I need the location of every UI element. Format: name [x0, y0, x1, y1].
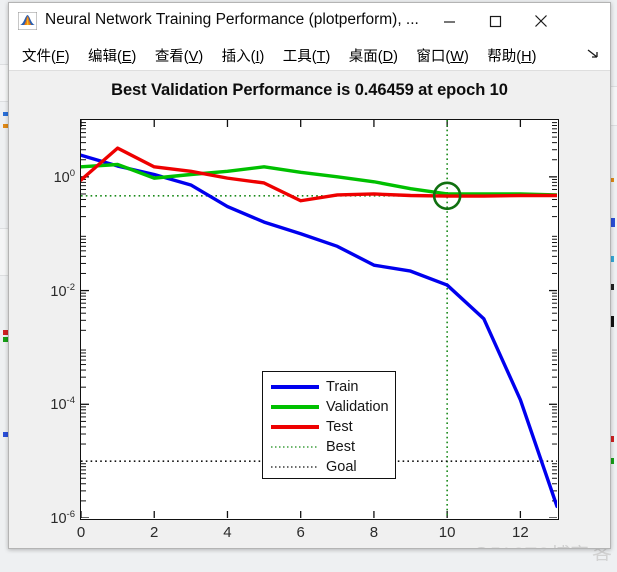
menu-item-tools[interactable]: 工具(T) [276, 40, 338, 70]
legend-item-goal: Goal [263, 457, 395, 477]
plot-axes: Train Validation Test Best Goal 100 10-2… [50, 119, 559, 541]
x-tick-label: 8 [369, 524, 379, 541]
menu-mnemonic: D [382, 49, 394, 65]
minimize-icon [443, 20, 455, 23]
menu-mnemonic: F [55, 49, 65, 65]
legend-item-train: Train [263, 377, 395, 397]
legend-label: Train [326, 378, 359, 395]
matlab-membrane-icon [17, 11, 38, 31]
figure-canvas: Best Validation Performance is 0.46459 a… [9, 71, 610, 548]
menu-mnemonic: E [121, 49, 132, 65]
menu-mnemonic: H [521, 49, 532, 65]
menu-mnemonic: T [316, 49, 326, 65]
menu-label: 工具( [282, 49, 317, 65]
window-title: Neural Network Training Performance (plo… [45, 11, 419, 28]
legend-label: Validation [326, 398, 389, 415]
menu-tail: ) [259, 49, 265, 65]
menu-item-window[interactable]: 窗口(W) [409, 40, 475, 70]
menu-tail: ) [64, 49, 70, 65]
menu-item-insert[interactable]: 插入(I) [215, 40, 272, 70]
close-icon [535, 15, 547, 27]
expand-arrow-icon[interactable] [586, 47, 600, 61]
menu-item-edit[interactable]: 编辑(E) [81, 40, 143, 70]
x-tick-label: 6 [296, 524, 305, 541]
legend-swatch-best [269, 441, 321, 453]
chart-legend: Train Validation Test Best Goal [262, 371, 396, 479]
legend-swatch-goal [269, 461, 321, 473]
maximize-button[interactable] [472, 3, 518, 39]
menu-mnemonic: W [450, 49, 464, 65]
menu-item-help[interactable]: 帮助(H) [480, 40, 543, 70]
maximize-icon [489, 15, 501, 27]
menu-label: 编辑( [88, 49, 122, 65]
minimize-button[interactable] [426, 3, 472, 39]
menu-tail: ) [131, 49, 137, 65]
legend-label: Test [326, 418, 353, 435]
menu-item-view[interactable]: 查看(V) [148, 40, 210, 70]
legend-swatch-test [269, 421, 321, 433]
menu-label: 桌面( [348, 49, 383, 65]
x-tick-label: 12 [512, 524, 529, 541]
legend-item-test: Test [263, 417, 395, 437]
y-tick-label: 10-4 [50, 395, 75, 414]
menu-label: 文件( [22, 49, 56, 65]
matlab-figure-window: Neural Network Training Performance (plo… [8, 2, 611, 549]
menu-tail: ) [198, 49, 204, 65]
menu-tail: ) [531, 49, 537, 65]
x-tick-label: 4 [223, 524, 232, 541]
y-tick-label: 100 [53, 167, 75, 186]
menu-label: 查看( [154, 49, 189, 65]
x-tick-label: 0 [76, 524, 86, 541]
close-button[interactable] [518, 3, 564, 39]
y-tick-label: 10-2 [50, 281, 75, 300]
legend-label: Best [326, 438, 356, 455]
menu-mnemonic: V [188, 49, 199, 65]
menu-label: 插入( [221, 49, 256, 65]
legend-item-best: Best [263, 437, 395, 457]
menu-label: 窗口( [416, 49, 451, 65]
x-tick-label: 2 [150, 524, 159, 541]
menu-bar: 文件(F) 编辑(E) 查看(V) 插入(I) 工具(T) 桌面(D) 窗口(W… [9, 40, 610, 71]
x-tick-label: 10 [438, 524, 456, 541]
menu-tail: ) [325, 49, 331, 65]
legend-label: Goal [326, 458, 357, 475]
menu-label: 帮助( [487, 49, 522, 65]
legend-swatch-validation [269, 401, 321, 413]
y-tick-label: 10-6 [50, 509, 75, 527]
title-bar: Neural Network Training Performance (plo… [9, 3, 610, 40]
menu-tail: ) [393, 49, 398, 65]
legend-swatch-train [269, 381, 321, 393]
menu-item-desktop[interactable]: 桌面(D) [342, 40, 405, 70]
legend-item-validation: Validation [263, 397, 395, 417]
plot-title: Best Validation Performance is 0.46459 a… [111, 81, 508, 99]
menu-item-file[interactable]: 文件(F) [15, 40, 77, 70]
menu-tail: ) [463, 49, 469, 65]
